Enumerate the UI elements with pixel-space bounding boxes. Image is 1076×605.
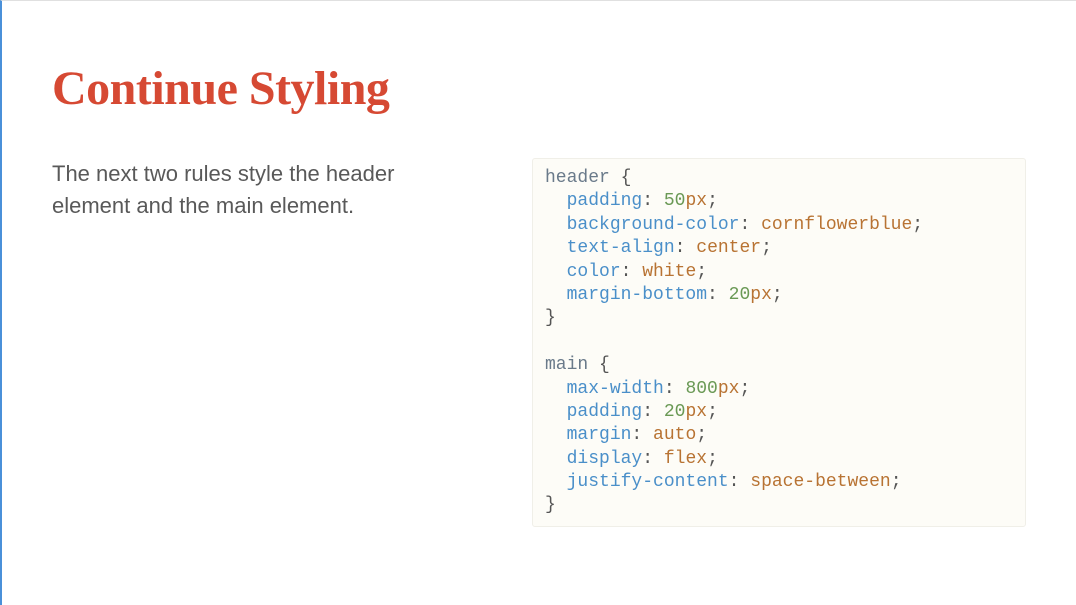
css-colon: : [621,262,632,282]
slide-description: The next two rules style the header elem… [52,158,472,222]
css-property: padding [567,191,643,211]
css-value: auto [653,425,696,445]
css-brace: { [621,168,632,188]
slide-content: The next two rules style the header elem… [52,158,1026,527]
css-semicolon: ; [707,191,718,211]
css-number: 20 [664,402,686,422]
css-colon: : [642,402,653,422]
css-colon: : [729,472,740,492]
css-semicolon: ; [912,215,923,235]
css-property: margin [567,425,632,445]
css-property: text-align [567,238,675,258]
css-semicolon: ; [707,402,718,422]
css-unit: px [685,402,707,422]
css-semicolon: ; [739,379,750,399]
css-colon: : [675,238,686,258]
css-value: flex [664,449,707,469]
css-value: white [642,262,696,282]
slide: Continue Styling The next two rules styl… [2,1,1076,557]
css-semicolon: ; [772,285,783,305]
css-selector: header [545,168,610,188]
css-property: padding [567,402,643,422]
css-semicolon: ; [891,472,902,492]
css-number: 20 [729,285,751,305]
css-semicolon: ; [696,262,707,282]
css-brace: { [599,355,610,375]
css-colon: : [642,191,653,211]
css-semicolon: ; [761,238,772,258]
css-code-block: header { padding: 50px; background-color… [532,158,1026,527]
css-value: cornflowerblue [761,215,912,235]
css-property: max-width [567,379,664,399]
css-number: 50 [664,191,686,211]
css-colon: : [664,379,675,399]
css-colon: : [739,215,750,235]
css-value: center [696,238,761,258]
css-value: space-between [750,472,890,492]
text-column: The next two rules style the header elem… [52,158,472,527]
code-column: header { padding: 50px; background-color… [532,158,1026,527]
slide-title: Continue Styling [52,61,1026,116]
css-brace: } [545,308,556,328]
css-brace: } [545,495,556,515]
css-property: display [567,449,643,469]
css-colon: : [707,285,718,305]
css-property: color [567,262,621,282]
css-unit: px [685,191,707,211]
css-selector: main [545,355,588,375]
css-number: 800 [685,379,717,399]
css-property: margin-bottom [567,285,707,305]
css-semicolon: ; [696,425,707,445]
css-unit: px [718,379,740,399]
css-colon: : [642,449,653,469]
css-property: background-color [567,215,740,235]
css-unit: px [750,285,772,305]
css-colon: : [631,425,642,445]
css-property: justify-content [567,472,729,492]
css-semicolon: ; [707,449,718,469]
